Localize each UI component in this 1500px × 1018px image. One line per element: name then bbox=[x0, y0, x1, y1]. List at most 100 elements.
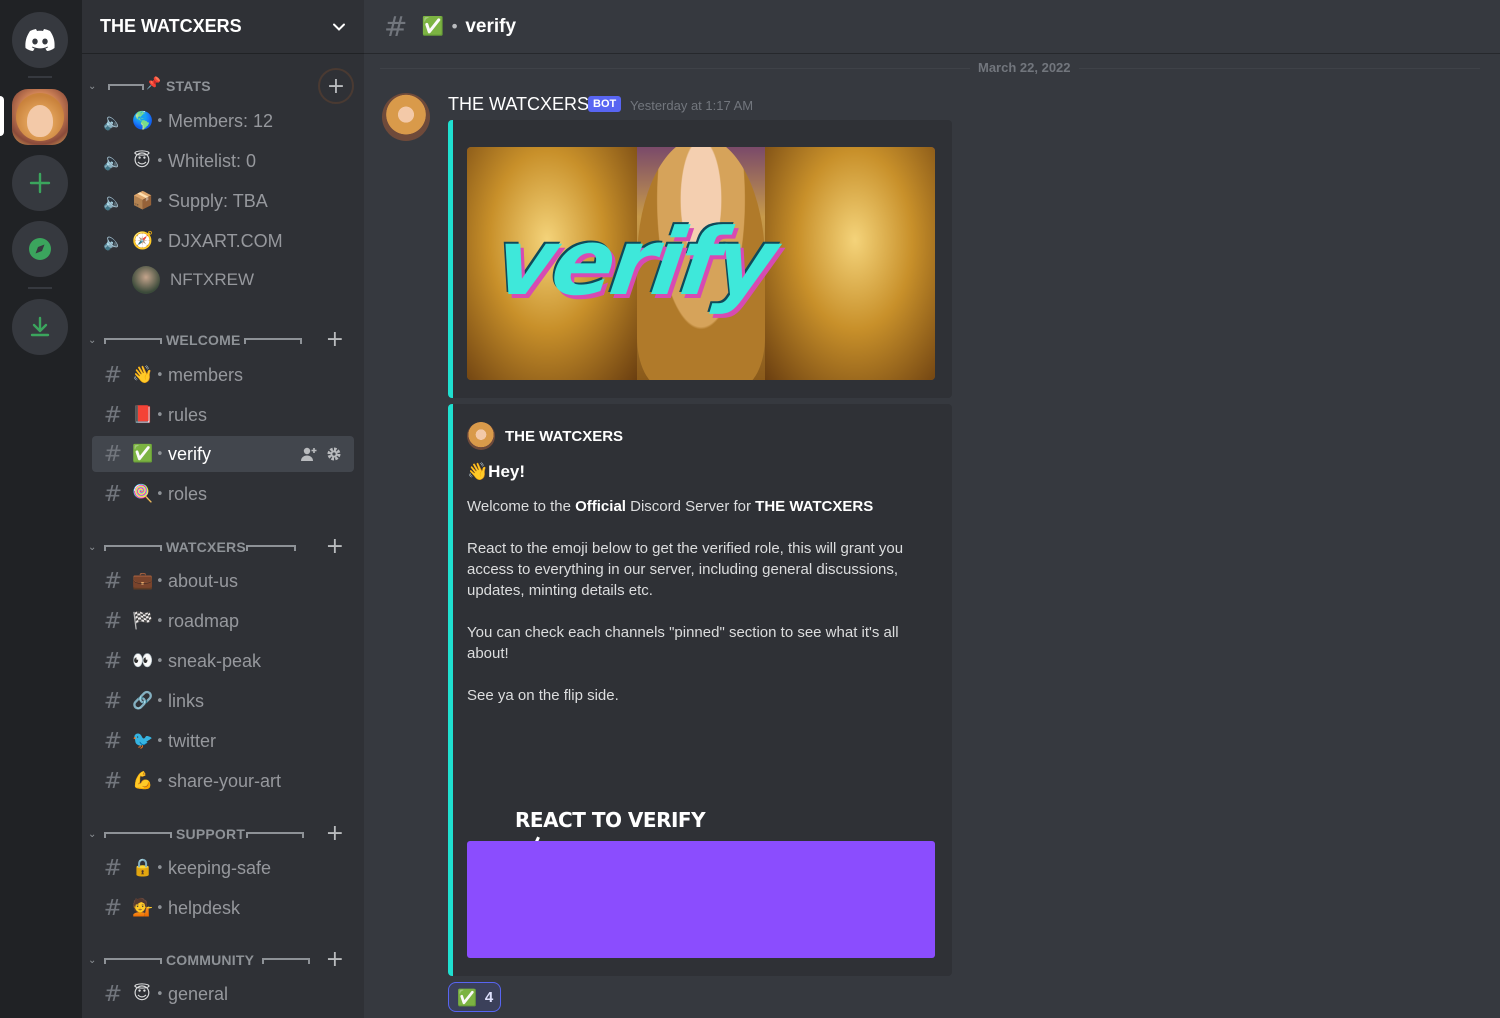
globe-icon: 🌎 bbox=[132, 111, 154, 131]
info-desk-person-icon: 💁 bbox=[132, 898, 154, 918]
create-channel-button[interactable]: + bbox=[326, 949, 344, 971]
category-stats[interactable]: ⌄ 📌 STATS + bbox=[82, 68, 364, 104]
wave-icon: 👋 bbox=[132, 365, 154, 385]
server-header[interactable]: THE WATCXERS bbox=[82, 0, 364, 54]
gear-icon[interactable] bbox=[326, 446, 342, 462]
hash-icon: # bbox=[103, 481, 123, 507]
server-rail bbox=[0, 0, 82, 1018]
package-icon: 📦 bbox=[132, 191, 154, 211]
category-welcome[interactable]: ⌄ WELCOME + bbox=[82, 326, 364, 354]
hash-icon: # bbox=[103, 608, 123, 634]
channel-share-your-art[interactable]: # 💪 • share-your-art bbox=[92, 763, 354, 799]
hash-icon: # bbox=[103, 728, 123, 754]
voice-user-nftxrew[interactable]: NFTXREW bbox=[132, 262, 254, 298]
chevron-down-icon[interactable] bbox=[332, 20, 346, 34]
message-timestamp: Yesterday at 1:17 AM bbox=[630, 98, 754, 113]
compass-icon bbox=[29, 238, 51, 260]
download-apps-button[interactable] bbox=[12, 299, 68, 355]
speaker-icon: 🔈 bbox=[103, 111, 123, 131]
separator-dot: • bbox=[449, 17, 460, 36]
channel-members[interactable]: # 👋 • members bbox=[92, 357, 354, 393]
embed-title-text: Hey! bbox=[488, 462, 526, 481]
flexed-arm-icon: 💪 bbox=[132, 771, 154, 791]
voice-channel-supply[interactable]: 🔈 📦 • Supply: TBA bbox=[92, 183, 354, 219]
category-divider-line bbox=[246, 545, 296, 551]
server-icon-the-watcxers[interactable] bbox=[12, 89, 68, 145]
voice-channel-whitelist[interactable]: 🔈 😇 • Whitelist: 0 bbox=[92, 143, 354, 179]
category-divider-line bbox=[104, 545, 162, 551]
channel-name: about-us bbox=[168, 570, 239, 591]
hash-icon: # bbox=[103, 855, 123, 881]
caret-icon: ⌄ bbox=[88, 828, 97, 840]
date-divider-line bbox=[380, 68, 1480, 69]
verify-banner-image[interactable]: verify bbox=[467, 147, 935, 380]
speaker-icon: 🔈 bbox=[103, 231, 123, 251]
category-divider-line bbox=[104, 338, 162, 344]
discord-home-button[interactable] bbox=[12, 12, 68, 68]
separator-dot: • bbox=[156, 986, 164, 1002]
bot-badge: BOT bbox=[588, 96, 622, 112]
hash-icon: # bbox=[103, 768, 123, 794]
channel-general[interactable]: # 😇 • general bbox=[92, 976, 354, 1012]
separator-dot: • bbox=[156, 860, 164, 876]
category-community[interactable]: ⌄ COMMUNITY + bbox=[82, 946, 364, 974]
message-author-avatar[interactable] bbox=[382, 93, 430, 141]
create-channel-button[interactable]: + bbox=[318, 68, 354, 104]
create-channel-button[interactable]: + bbox=[326, 329, 344, 351]
embed-banner: verify bbox=[448, 120, 952, 398]
channel-name: DJXART.COM bbox=[168, 230, 283, 251]
channel-name: helpdesk bbox=[168, 897, 241, 918]
channel-verify[interactable]: # ✅ • verify bbox=[92, 436, 354, 472]
separator-dot: • bbox=[156, 693, 164, 709]
golden-wing-right bbox=[765, 147, 935, 380]
channel-helpdesk[interactable]: # 💁 • helpdesk bbox=[92, 890, 354, 926]
rail-separator bbox=[28, 76, 52, 78]
embed-description: Welcome to the Official Discord Server f… bbox=[467, 496, 937, 727]
category-divider-line bbox=[108, 84, 144, 90]
channel-about-us[interactable]: # 💼 • about-us bbox=[92, 563, 354, 599]
add-server-button[interactable] bbox=[12, 155, 68, 211]
separator-dot: • bbox=[156, 367, 164, 383]
channel-links[interactable]: # 🔗 • links bbox=[92, 683, 354, 719]
channel-sneak-peak[interactable]: # 👀 • sneak-peak bbox=[92, 643, 354, 679]
channel-rules[interactable]: # 📕 • rules bbox=[92, 397, 354, 433]
message-author-name[interactable]: THE WATCXERS bbox=[448, 94, 589, 115]
category-label: STATS bbox=[166, 78, 211, 94]
voice-channel-djxart[interactable]: 🔈 🧭 • DJXART.COM bbox=[92, 223, 354, 259]
channel-name: general bbox=[168, 983, 229, 1004]
explore-servers-button[interactable] bbox=[12, 221, 68, 277]
category-label: WATCXERS bbox=[166, 539, 246, 555]
pin-icon: 📌 bbox=[146, 76, 161, 90]
reaction-checkmark[interactable]: ✅ 4 bbox=[448, 982, 501, 1012]
channel-roadmap[interactable]: # 🏁 • roadmap bbox=[92, 603, 354, 639]
caret-icon: ⌄ bbox=[88, 80, 97, 92]
channel-keeping-safe[interactable]: # 🔒 • keeping-safe bbox=[92, 850, 354, 886]
create-channel-button[interactable]: + bbox=[326, 823, 344, 845]
reaction-count: 4 bbox=[484, 988, 494, 1006]
eyes-icon: 👀 bbox=[132, 651, 154, 671]
channel-twitter[interactable]: # 🐦 • twitter bbox=[92, 723, 354, 759]
embed-author: THE WATCXERS bbox=[467, 422, 623, 450]
channel-roles[interactable]: # 🍭 • roles bbox=[92, 476, 354, 512]
react-gif-image[interactable] bbox=[467, 841, 935, 958]
category-label: WELCOME bbox=[166, 332, 241, 348]
date-divider: March 22, 2022 bbox=[970, 60, 1079, 75]
hash-icon: # bbox=[384, 10, 408, 43]
create-channel-button[interactable]: + bbox=[326, 536, 344, 558]
book-icon: 📕 bbox=[132, 405, 154, 425]
voice-channel-members[interactable]: 🔈 🌎 • Members: 12 bbox=[92, 103, 354, 139]
signoff-paragraph: See ya on the flip side. bbox=[467, 687, 619, 704]
category-support[interactable]: ⌄ SUPPORT + bbox=[82, 820, 364, 848]
halo-face-icon: 😇 bbox=[133, 151, 151, 171]
channel-sidebar: THE WATCXERS ⌄ 📌 STATS + 🔈 🌎 • Members: … bbox=[82, 0, 364, 1018]
category-label: COMMUNITY bbox=[166, 952, 255, 968]
text-run: Discord Server for bbox=[625, 498, 756, 515]
invite-user-icon[interactable] bbox=[300, 446, 318, 462]
rail-separator bbox=[28, 287, 52, 289]
separator-dot: • bbox=[156, 573, 164, 589]
bold-text: THE WATCXERS bbox=[755, 498, 874, 515]
category-watcxers[interactable]: ⌄ WATCXERS + bbox=[82, 533, 364, 561]
bold-text: Official bbox=[575, 498, 626, 515]
briefcase-icon: 💼 bbox=[132, 571, 154, 591]
separator-dot: • bbox=[156, 773, 164, 789]
